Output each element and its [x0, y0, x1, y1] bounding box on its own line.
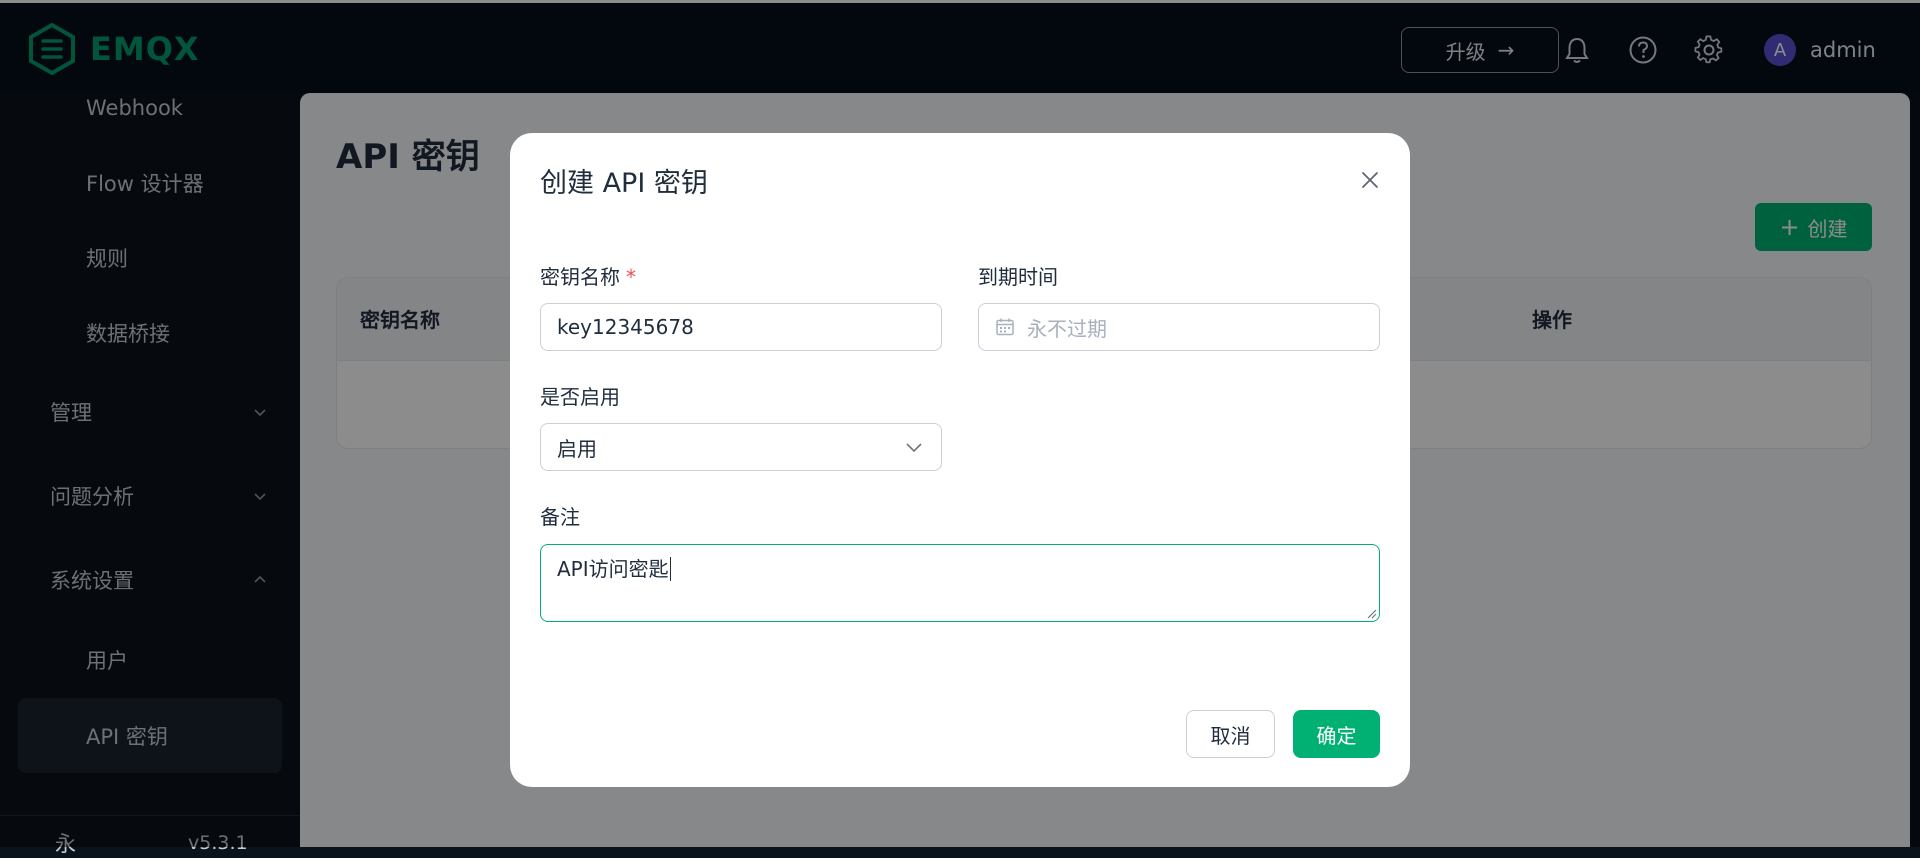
create-api-key-dialog: 创建 API 密钥 密钥名称 * key12345678 到期时间 永不过期 是否…	[510, 133, 1410, 787]
cancel-button[interactable]: 取消	[1186, 710, 1275, 758]
note-label: 备注	[540, 505, 580, 529]
text-cursor	[669, 557, 671, 581]
note-value: API访问密匙	[557, 557, 669, 581]
required-mark: *	[626, 265, 636, 289]
dialog-title: 创建 API 密钥	[540, 168, 708, 199]
key-name-value: key12345678	[557, 315, 694, 339]
calendar-icon	[996, 318, 1014, 336]
enabled-select[interactable]: 启用	[540, 423, 942, 471]
enabled-label: 是否启用	[540, 385, 620, 409]
note-textarea[interactable]: API访问密匙	[540, 544, 1380, 622]
expiry-date-picker[interactable]: 永不过期	[978, 303, 1380, 351]
close-icon[interactable]	[1359, 169, 1381, 191]
key-name-label: 密钥名称 *	[540, 261, 636, 290]
chevron-down-icon	[906, 443, 922, 453]
confirm-button[interactable]: 确定	[1293, 710, 1380, 758]
resize-handle-icon[interactable]	[1365, 607, 1377, 619]
expiry-placeholder: 永不过期	[1027, 316, 1107, 341]
key-name-input[interactable]: key12345678	[540, 303, 942, 351]
expiry-label: 到期时间	[978, 265, 1058, 289]
enabled-value: 启用	[557, 436, 597, 461]
key-name-label-text: 密钥名称	[540, 265, 620, 289]
